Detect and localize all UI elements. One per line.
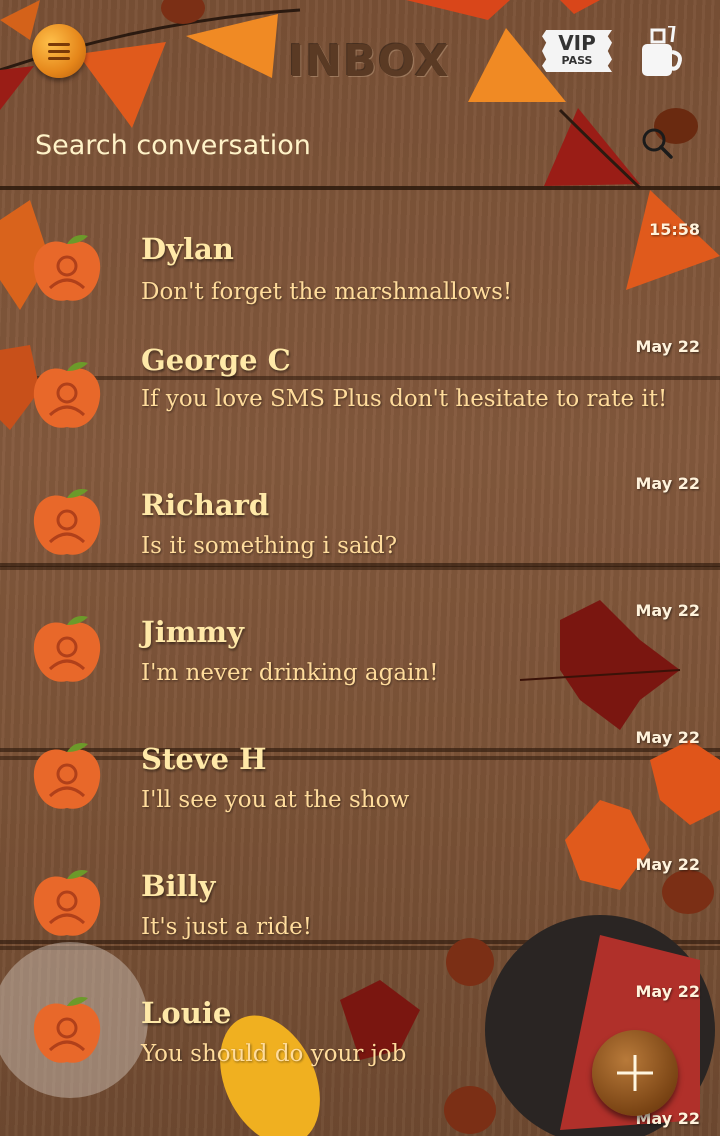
message-time: May 22: [635, 474, 701, 493]
avatar: [33, 869, 101, 936]
vip-pass-button[interactable]: VIP PASS: [542, 30, 612, 72]
message-time: May 22: [635, 855, 701, 874]
contact-name: Dylan: [141, 232, 234, 266]
message-preview: I'm never drinking again!: [141, 660, 439, 686]
conversation-item[interactable]: Steve H I'll see you at the show May 22: [0, 728, 720, 855]
page-title: INBOX: [288, 36, 450, 87]
contact-name: Richard: [141, 488, 270, 522]
conversation-item[interactable]: Dylan Don't forget the marshmallows! 15:…: [0, 210, 720, 337]
plus-icon: [617, 1055, 653, 1091]
message-time: May 22: [635, 982, 701, 1001]
menu-button[interactable]: [32, 24, 86, 78]
compose-button[interactable]: [592, 1030, 678, 1116]
menu-icon: [48, 43, 70, 60]
conversation-item[interactable]: May 22: [0, 1109, 720, 1136]
contact-name: Louie: [141, 996, 232, 1030]
contact-name: George C: [141, 343, 291, 377]
search-input[interactable]: Search conversation: [35, 130, 311, 161]
message-time: May 22: [635, 601, 701, 620]
contact-name: Steve H: [141, 742, 267, 776]
message-preview: It's just a ride!: [141, 914, 313, 940]
message-time: 15:58: [649, 220, 700, 239]
message-preview: Don't forget the marshmallows!: [141, 279, 513, 305]
contact-name: Billy: [141, 869, 216, 903]
avatar: [33, 361, 101, 428]
avatar: [33, 234, 101, 301]
conversation-item[interactable]: Jimmy I'm never drinking again! May 22: [0, 601, 720, 728]
avatar: [33, 996, 101, 1063]
message-preview: If you love SMS Plus don't hesitate to r…: [141, 386, 668, 412]
contact-name: Jimmy: [141, 615, 244, 649]
conversation-item[interactable]: Billy It's just a ride! May 22: [0, 855, 720, 982]
avatar: [33, 742, 101, 809]
coffee-cup-icon[interactable]: [638, 26, 684, 78]
message-preview: I'll see you at the show: [141, 787, 410, 813]
message-preview: Is it something i said?: [141, 533, 398, 559]
message-time: May 22: [635, 337, 701, 356]
message-time: May 22: [635, 728, 701, 747]
vip-pass-sublabel: PASS: [561, 54, 593, 67]
avatar: [33, 615, 101, 682]
conversation-item[interactable]: George C If you love SMS Plus don't hesi…: [0, 337, 720, 464]
vip-pass-label: VIP: [558, 31, 596, 55]
app-header: INBOX VIP PASS Search conversation: [0, 0, 720, 190]
conversation-item[interactable]: Richard Is it something i said? May 22: [0, 474, 720, 601]
avatar: [33, 488, 101, 555]
search-icon[interactable]: [640, 126, 674, 160]
